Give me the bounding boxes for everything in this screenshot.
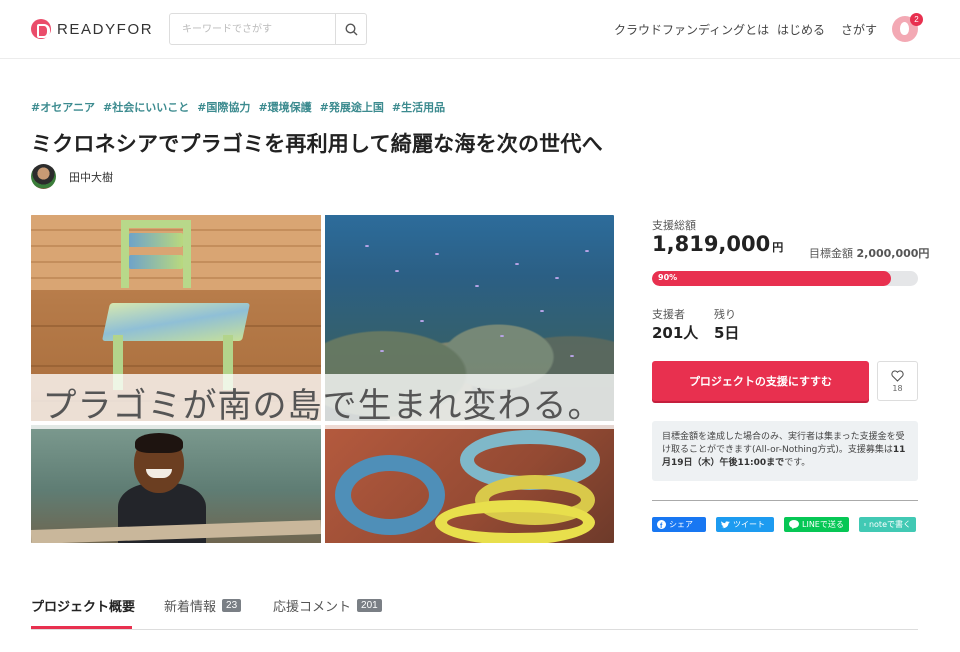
search-input[interactable]: [170, 14, 335, 44]
total-amount: 1,819,000 円: [652, 232, 783, 256]
support-project-button[interactable]: プロジェクトの支援にすすむ: [652, 361, 869, 401]
goal-label: 目標金額: [809, 247, 853, 260]
tag-list: #オセアニア #社会にいいこと #国際協力 #環境保護 #発展途上国 #生活用品: [31, 99, 445, 115]
note-share-label: noteで書く: [868, 520, 911, 529]
tag-social-good[interactable]: #社会にいいこと: [103, 99, 189, 115]
remaining-value: 5日: [714, 324, 740, 342]
backers-value: 201人: [652, 324, 699, 342]
tag-international[interactable]: #国際協力: [197, 99, 250, 115]
tab-overview-label: プロジェクト概要: [31, 600, 136, 615]
facebook-share-button[interactable]: f シェア: [652, 517, 706, 532]
favorite-count: 18: [892, 383, 903, 393]
comments-count-badge: 201: [357, 599, 382, 612]
total-label: 支援総額: [652, 219, 696, 232]
nav-search[interactable]: さがす: [841, 21, 877, 38]
project-hero-image: プラゴミが南の島で生まれ変わる。: [31, 215, 614, 543]
line-icon: [789, 520, 799, 529]
boy-photo: [31, 425, 321, 543]
updates-count-badge: 23: [222, 599, 242, 612]
progress-bar: 90%: [652, 271, 918, 286]
heart-icon: [891, 369, 904, 382]
twitter-share-label: ツイート: [733, 520, 765, 529]
project-owner[interactable]: 田中大樹: [31, 164, 113, 189]
currency-unit: 円: [772, 241, 784, 254]
tag-environment[interactable]: #環境保護: [258, 99, 311, 115]
search-button[interactable]: [335, 14, 366, 44]
search-box: [169, 13, 367, 45]
project-title: ミクロネシアでプラゴミを再利用して綺麗な海を次の世代へ: [31, 132, 603, 156]
line-share-button[interactable]: LINEで送る: [784, 517, 849, 532]
note-share-button[interactable]: noteで書く: [859, 517, 916, 532]
search-icon: [344, 22, 357, 35]
project-tabs: プロジェクト概要 新着情報 23 応援コメント 201: [31, 594, 918, 630]
bracelets-photo: [325, 425, 614, 543]
tab-comments[interactable]: 応援コメント 201: [273, 596, 382, 615]
note-text-2: です。: [784, 458, 811, 468]
note-text-1: 目標金額を達成した場合のみ、実行者は集まった支援金を受け取ることができます(Al…: [662, 432, 905, 455]
progress-label: 90%: [658, 273, 678, 282]
tab-comments-label: 応援コメント: [273, 600, 352, 615]
remaining-label: 残り: [714, 308, 736, 321]
owner-name: 田中大樹: [69, 170, 113, 184]
nav-start[interactable]: はじめる: [777, 21, 825, 38]
backers-label: 支援者: [652, 308, 685, 321]
tab-updates[interactable]: 新着情報 23: [164, 596, 242, 615]
favorite-button[interactable]: 18: [877, 361, 918, 401]
tag-developing-countries[interactable]: #発展途上国: [320, 99, 384, 115]
line-share-label: LINEで送る: [802, 520, 844, 529]
progress-fill: 90%: [652, 271, 892, 286]
logo-icon: [31, 19, 51, 39]
facebook-share-label: シェア: [669, 520, 693, 529]
notification-badge: 2: [910, 13, 923, 26]
goal-amount: 目標金額 2,000,000円: [809, 245, 929, 261]
owner-avatar: [31, 164, 56, 189]
twitter-icon: [721, 520, 730, 528]
active-tab-indicator: [31, 626, 132, 629]
facebook-icon: f: [657, 520, 666, 529]
tag-oceania[interactable]: #オセアニア: [31, 99, 95, 115]
twitter-share-button[interactable]: ツイート: [716, 517, 774, 532]
note-icon: [864, 523, 866, 526]
site-header: READYFOR クラウドファンディングとは はじめる さがす 2: [0, 0, 960, 59]
readyfor-logo[interactable]: READYFOR: [31, 19, 153, 39]
divider: [652, 500, 918, 501]
all-or-nothing-note: 目標金額を達成した場合のみ、実行者は集まった支援金を受け取ることができます(Al…: [652, 421, 918, 481]
hero-caption: プラゴミが南の島で生まれ変わる。: [42, 386, 603, 426]
nav-about-crowdfunding[interactable]: クラウドファンディングとは: [614, 21, 769, 38]
logo-text: READYFOR: [57, 20, 154, 38]
total-amount-value: 1,819,000: [652, 232, 771, 256]
tab-overview[interactable]: プロジェクト概要: [31, 596, 135, 615]
tab-updates-label: 新着情報: [164, 600, 217, 615]
tag-daily-goods[interactable]: #生活用品: [392, 99, 445, 115]
goal-value: 2,000,000円: [856, 247, 930, 260]
